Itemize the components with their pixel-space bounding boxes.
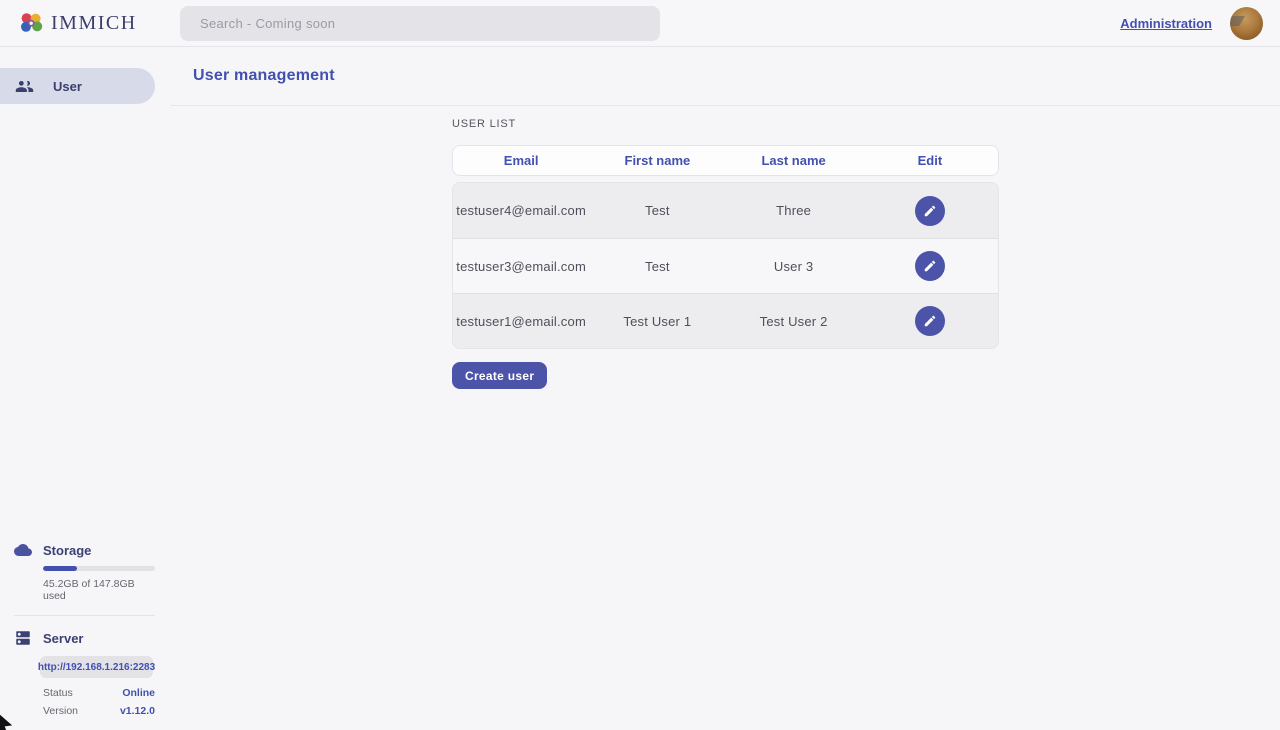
section-title: USER LIST [452, 118, 999, 130]
column-header-email: Email [453, 153, 589, 168]
pencil-icon [923, 259, 937, 273]
user-table: testuser4@email.com Test Three [452, 182, 999, 349]
column-header-last-name: Last name [726, 153, 862, 168]
sidebar-item-user[interactable]: User [0, 68, 155, 104]
sidebar: User Storage 45.2GB of 147.8GB used [0, 47, 171, 730]
status-value: Online [122, 687, 155, 699]
edit-user-button[interactable] [915, 251, 945, 281]
cell-last-name: Test User 2 [726, 314, 862, 329]
cell-email: testuser4@email.com [453, 203, 589, 218]
cell-last-name: Three [726, 203, 862, 218]
create-user-button[interactable]: Create user [452, 362, 547, 389]
cell-last-name: User 3 [726, 259, 862, 274]
storage-progress-bar [43, 566, 155, 571]
user-list-section: USER LIST Email First name Last name Edi… [452, 106, 999, 389]
sidebar-footer: Storage 45.2GB of 147.8GB used Server ht… [0, 541, 171, 717]
sidebar-divider [14, 615, 155, 616]
storage-title: Storage [43, 543, 91, 558]
brand: IMMICH [18, 10, 168, 36]
edit-user-button[interactable] [915, 306, 945, 336]
page-title: User management [193, 67, 335, 85]
column-header-edit: Edit [862, 153, 998, 168]
version-label: Version [43, 705, 78, 717]
cell-email: testuser3@email.com [453, 259, 589, 274]
server-status-row: Status Online [43, 687, 155, 699]
pencil-icon [923, 204, 937, 218]
server-url-chip: http://192.168.1.216:2283 [40, 656, 153, 678]
table-row: testuser3@email.com Test User 3 [453, 238, 998, 293]
server-section-header: Server [14, 629, 155, 647]
avatar[interactable] [1230, 7, 1263, 40]
main-content: User management USER LIST Email First na… [171, 47, 1280, 730]
users-icon [15, 77, 34, 96]
pencil-icon [923, 314, 937, 328]
brand-title: IMMICH [51, 12, 137, 35]
cell-first-name: Test [589, 259, 725, 274]
top-navbar: IMMICH Administration [0, 0, 1280, 47]
table-row: testuser1@email.com Test User 1 Test Use… [453, 293, 998, 348]
search-input[interactable] [180, 6, 660, 41]
server-title: Server [43, 631, 83, 646]
storage-section-header: Storage [14, 541, 155, 559]
edit-user-button[interactable] [915, 196, 945, 226]
sidebar-item-label: User [53, 79, 82, 94]
status-label: Status [43, 687, 73, 699]
storage-progress-fill [43, 566, 77, 571]
server-icon [14, 629, 32, 647]
immich-logo-icon [18, 10, 44, 36]
page-header: User management [171, 47, 1280, 106]
storage-usage-text: 45.2GB of 147.8GB used [43, 578, 155, 602]
column-header-first-name: First name [589, 153, 725, 168]
cloud-icon [14, 541, 32, 559]
table-row: testuser4@email.com Test Three [453, 183, 998, 238]
table-header-row: Email First name Last name Edit [452, 145, 999, 176]
cell-first-name: Test User 1 [589, 314, 725, 329]
cell-email: testuser1@email.com [453, 314, 589, 329]
server-version-row: Version v1.12.0 [43, 705, 155, 717]
navbar-right: Administration [1120, 0, 1263, 47]
administration-link[interactable]: Administration [1120, 16, 1212, 31]
cell-first-name: Test [589, 203, 725, 218]
version-value: v1.12.0 [120, 705, 155, 717]
